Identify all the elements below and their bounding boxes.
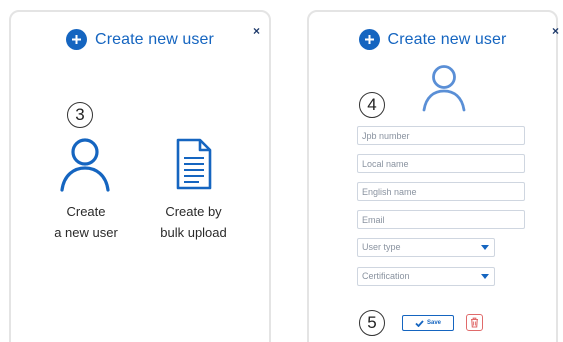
create-user-panel-options: Create new user × 3 Create a new user Cr… — [9, 10, 271, 342]
panel-title: Create new user — [387, 30, 507, 48]
step-number-badge: 3 — [67, 102, 93, 128]
create-bulk-upload-option[interactable]: Create by bulk upload — [146, 134, 241, 244]
save-label: Save — [426, 320, 441, 326]
job-number-input[interactable] — [357, 126, 525, 145]
panel-header: Create new user — [11, 29, 269, 50]
trash-icon — [471, 317, 478, 328]
plus-circle-icon — [358, 29, 380, 50]
email-input[interactable] — [357, 210, 525, 229]
caret-down-icon — [481, 245, 489, 250]
step-number-badge: 4 — [359, 92, 385, 118]
close-icon[interactable]: × — [552, 24, 559, 38]
user-type-select[interactable]: User type — [357, 238, 495, 257]
check-icon — [415, 319, 424, 327]
user-avatar-icon — [422, 65, 466, 112]
panel-header: Create new user — [309, 29, 556, 50]
panel-title: Create new user — [95, 30, 214, 48]
select-value: User type — [362, 242, 401, 252]
option-label-line1: Create — [66, 204, 106, 219]
option-label-line2: bulk upload — [160, 225, 227, 240]
document-icon — [176, 138, 212, 190]
option-label-line2: a new user — [54, 225, 118, 240]
local-name-input[interactable] — [357, 154, 525, 173]
step-number-badge: 5 — [359, 310, 385, 336]
certification-select[interactable]: Certification — [357, 267, 495, 286]
select-value: Certification — [362, 271, 410, 281]
plus-circle-icon — [66, 29, 88, 50]
english-name-input[interactable] — [357, 182, 525, 201]
delete-button[interactable] — [466, 314, 483, 331]
create-user-form-panel: Create new user × 4 User type Certificat… — [307, 10, 559, 342]
save-button[interactable]: Save — [402, 315, 454, 331]
create-single-user-option[interactable]: Create a new user — [41, 134, 131, 244]
option-label-line1: Create by — [165, 204, 222, 219]
close-icon[interactable]: × — [253, 24, 260, 38]
user-icon — [60, 138, 110, 192]
caret-down-icon — [481, 274, 489, 279]
